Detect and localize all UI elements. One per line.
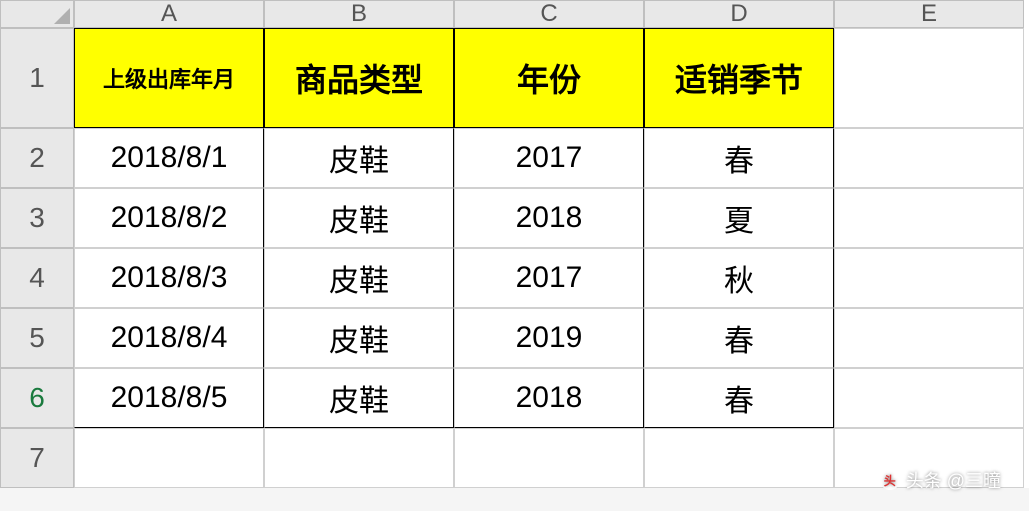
cell-a5[interactable]: 2018/8/4 (74, 308, 264, 368)
cell-e6[interactable] (834, 368, 1024, 428)
watermark: 头 头条 @三曈 (880, 467, 1001, 493)
cell-c6[interactable]: 2018 (454, 368, 644, 428)
col-header-b[interactable]: B (264, 0, 454, 28)
row-header-6[interactable]: 6 (0, 368, 74, 428)
cell-d7[interactable] (644, 428, 834, 488)
cell-a2[interactable]: 2018/8/1 (74, 128, 264, 188)
cell-e2[interactable] (834, 128, 1024, 188)
cell-d3[interactable]: 夏 (644, 188, 834, 248)
cell-c4[interactable]: 2017 (454, 248, 644, 308)
cell-a6[interactable]: 2018/8/5 (74, 368, 264, 428)
select-all-corner[interactable] (0, 0, 74, 28)
cell-b2[interactable]: 皮鞋 (264, 128, 454, 188)
cell-d2[interactable]: 春 (644, 128, 834, 188)
cell-b4[interactable]: 皮鞋 (264, 248, 454, 308)
cell-d1[interactable]: 适销季节 (644, 28, 834, 128)
row-header-4[interactable]: 4 (0, 248, 74, 308)
cell-d6[interactable]: 春 (644, 368, 834, 428)
spreadsheet-grid: A B C D E 1 上级出库年月 商品类型 年份 适销季节 2 2018/8… (0, 0, 1029, 488)
cell-c3[interactable]: 2018 (454, 188, 644, 248)
cell-e3[interactable] (834, 188, 1024, 248)
cell-c7[interactable] (454, 428, 644, 488)
cell-e4[interactable] (834, 248, 1024, 308)
col-header-e[interactable]: E (834, 0, 1024, 28)
cell-d4[interactable]: 秋 (644, 248, 834, 308)
row-header-3[interactable]: 3 (0, 188, 74, 248)
row-header-7[interactable]: 7 (0, 428, 74, 488)
cell-b5[interactable]: 皮鞋 (264, 308, 454, 368)
cell-e1[interactable] (834, 28, 1024, 128)
watermark-icon: 头 (880, 470, 900, 490)
cell-c1[interactable]: 年份 (454, 28, 644, 128)
row-header-1[interactable]: 1 (0, 28, 74, 128)
cell-c5[interactable]: 2019 (454, 308, 644, 368)
row-header-2[interactable]: 2 (0, 128, 74, 188)
cell-b1[interactable]: 商品类型 (264, 28, 454, 128)
cell-c2[interactable]: 2017 (454, 128, 644, 188)
col-header-d[interactable]: D (644, 0, 834, 28)
col-header-c[interactable]: C (454, 0, 644, 28)
watermark-text: 头条 @三曈 (906, 467, 1001, 493)
cell-a3[interactable]: 2018/8/2 (74, 188, 264, 248)
cell-a7[interactable] (74, 428, 264, 488)
cell-d5[interactable]: 春 (644, 308, 834, 368)
cell-a4[interactable]: 2018/8/3 (74, 248, 264, 308)
cell-b3[interactable]: 皮鞋 (264, 188, 454, 248)
cell-a1[interactable]: 上级出库年月 (74, 28, 264, 128)
row-header-5[interactable]: 5 (0, 308, 74, 368)
cell-b7[interactable] (264, 428, 454, 488)
cell-b6[interactable]: 皮鞋 (264, 368, 454, 428)
cell-e5[interactable] (834, 308, 1024, 368)
col-header-a[interactable]: A (74, 0, 264, 28)
